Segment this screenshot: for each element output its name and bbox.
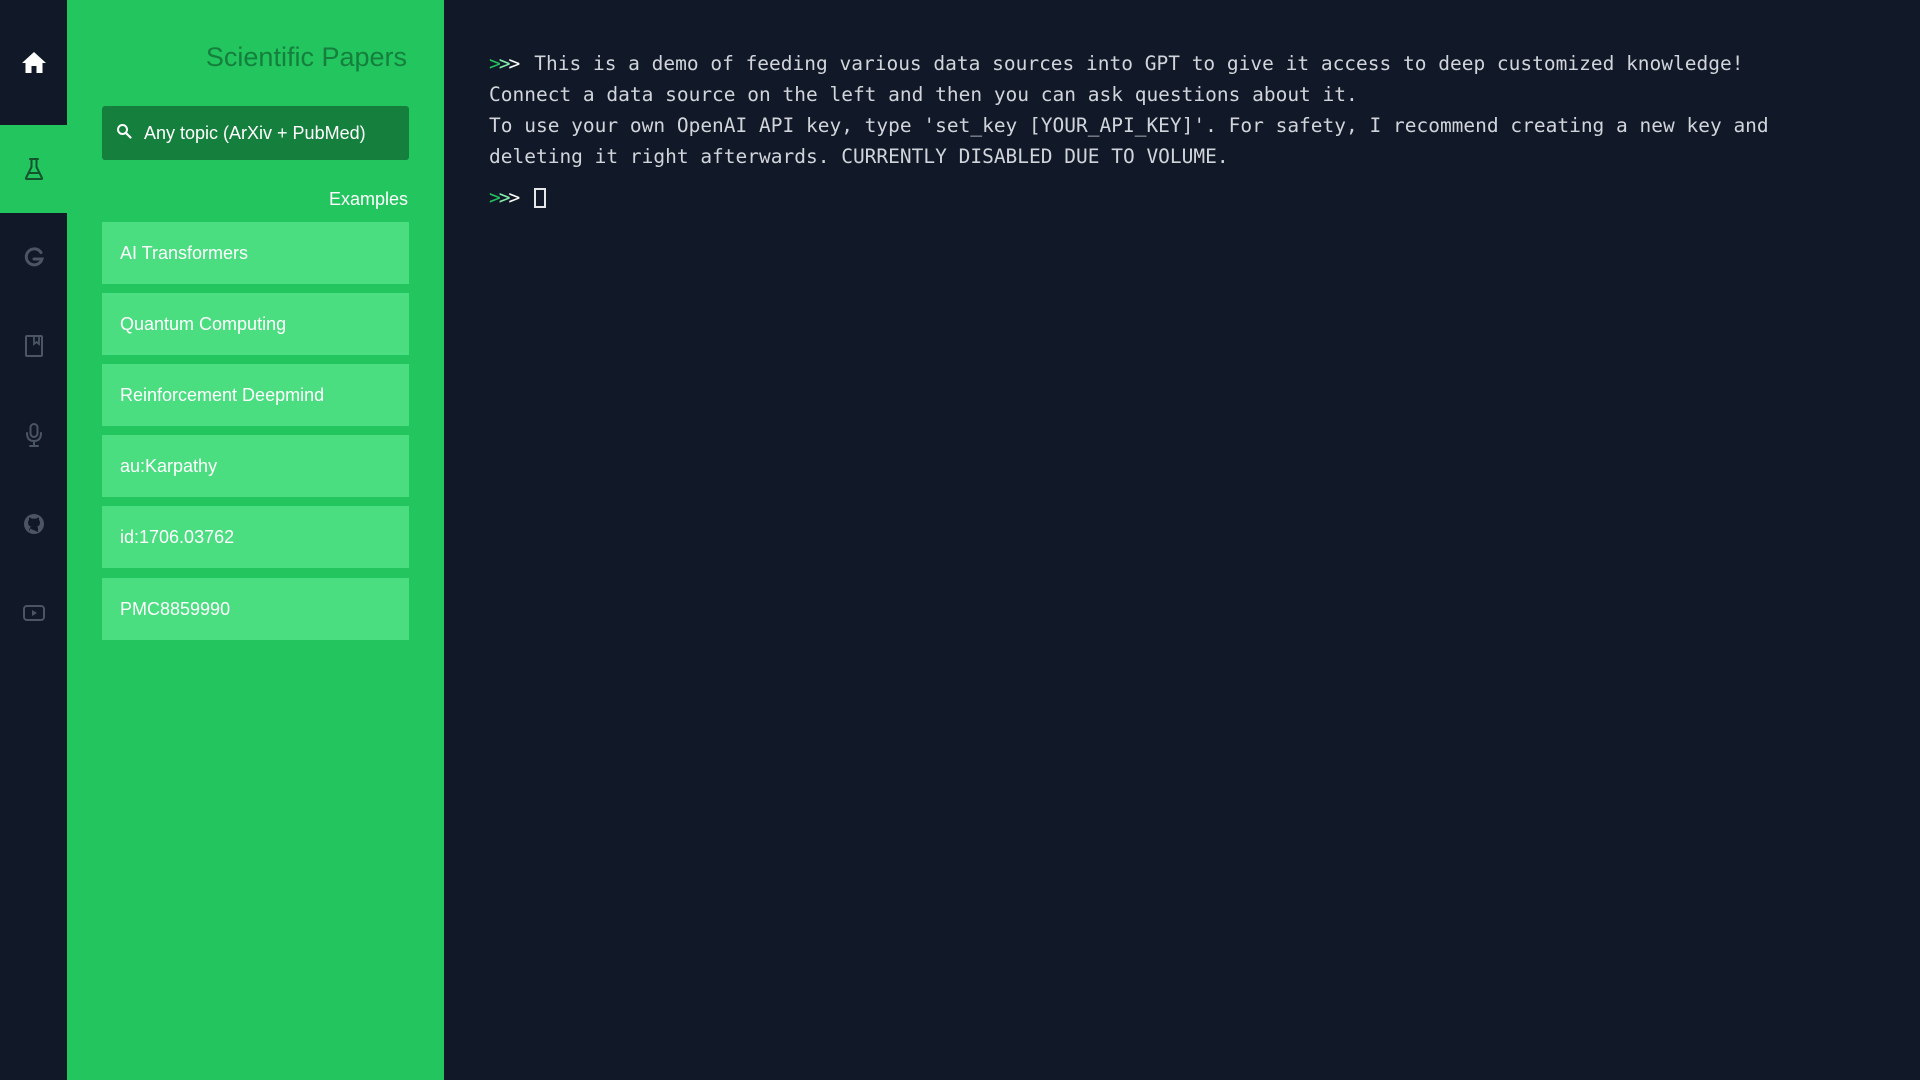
prompt-chevrons: >>> [489,186,520,209]
microphone-icon [24,422,44,448]
terminal-output-line: deleting it right afterwards. CURRENTLY … [489,145,1229,168]
terminal-input-line[interactable]: >>> [489,182,1889,213]
panel-title: Scientific Papers [205,42,407,72]
rail-item-home[interactable] [0,18,67,106]
youtube-icon [22,603,46,623]
rail-item-book[interactable] [0,302,67,390]
rail-item-github[interactable] [0,480,67,568]
github-icon [22,512,46,536]
search-input[interactable] [144,122,394,144]
book-icon [24,334,44,358]
search-icon [116,123,132,144]
terminal-output-line: Connect a data source on the left and th… [489,83,1358,106]
text-cursor [534,187,547,208]
example-button[interactable]: au:Karpathy [102,435,409,497]
examples-label: Examples [328,189,408,209]
rail-item-audio[interactable] [0,391,67,479]
example-button[interactable]: Quantum Computing [102,293,409,355]
example-button[interactable]: AI Transformers [102,222,409,284]
prompt-chevrons: >>> [489,52,520,75]
example-button[interactable]: id:1706.03762 [102,506,409,568]
source-panel: Scientific Papers Examples AI Transforme… [67,0,444,1080]
example-button[interactable]: Reinforcement Deepmind [102,364,409,426]
app-window: Scientific Papers Examples AI Transforme… [0,0,1920,1080]
google-icon [23,246,45,268]
search-box[interactable] [102,106,409,160]
rail-item-youtube[interactable] [0,569,67,657]
terminal-output-line: >>> This is a demo of feeding various dat… [489,48,1889,79]
rail-item-scientific-papers[interactable] [0,125,67,213]
icon-rail [0,0,67,1080]
rail-item-google[interactable] [0,213,67,301]
flask-icon [23,157,45,181]
home-icon [21,50,47,74]
terminal[interactable]: >>> This is a demo of feeding various dat… [489,48,1889,213]
terminal-output-line: To use your own OpenAI API key, type 'se… [489,114,1769,137]
output-text: This is a demo of feeding various data s… [534,52,1744,75]
example-button[interactable]: PMC8859990 [102,578,409,640]
